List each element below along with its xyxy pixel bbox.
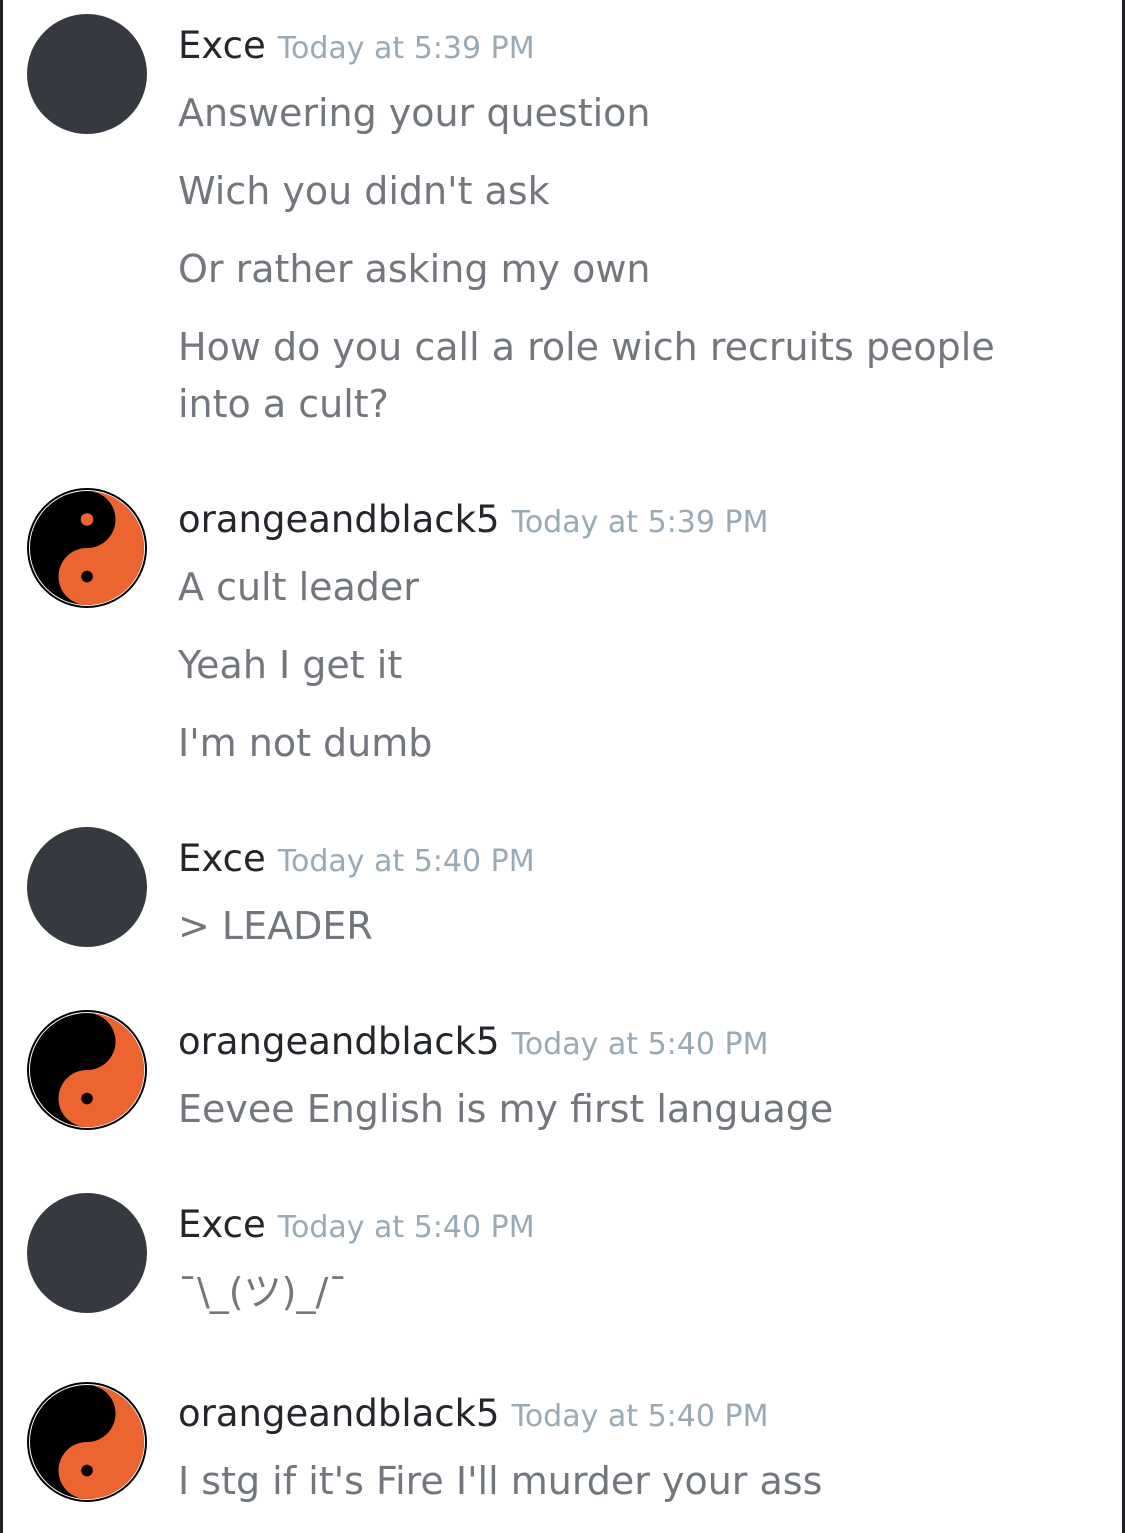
username[interactable]: orangeandblack5 bbox=[178, 1020, 500, 1063]
timestamp: Today at 5:40 PM bbox=[511, 1399, 769, 1434]
message-header: Exce Today at 5:40 PM bbox=[178, 1203, 535, 1254]
timestamp: Today at 5:40 PM bbox=[511, 1027, 769, 1062]
message-text: How do you call a role wich recruits peo… bbox=[178, 325, 995, 426]
username[interactable]: orangeandblack5 bbox=[178, 1392, 500, 1435]
message-text: > LEADER bbox=[178, 904, 373, 948]
message-text: I'm not dumb bbox=[178, 721, 433, 765]
message-text: Or rather asking my own bbox=[178, 247, 651, 291]
user-avatar[interactable] bbox=[27, 827, 147, 947]
timestamp: Today at 5:40 PM bbox=[277, 1210, 535, 1245]
message-header: orangeandblack5 Today at 5:40 PM bbox=[178, 1020, 768, 1071]
message-header: Exce Today at 5:39 PM bbox=[178, 24, 535, 75]
message-text: Eevee English is my first language bbox=[178, 1087, 834, 1131]
timestamp: Today at 5:39 PM bbox=[277, 31, 535, 66]
user-avatar[interactable] bbox=[27, 1193, 147, 1313]
username[interactable]: Exce bbox=[178, 837, 266, 880]
yin-yang-icon bbox=[29, 1012, 145, 1128]
message-text: Wich you didn't ask bbox=[178, 169, 550, 213]
user-avatar[interactable] bbox=[27, 1010, 147, 1130]
timestamp: Today at 5:40 PM bbox=[277, 844, 535, 879]
message-text: ¯\_(ツ)_/¯ bbox=[178, 1270, 348, 1314]
message-header: Exce Today at 5:40 PM bbox=[178, 837, 535, 888]
message-text: I stg if it's Fire I'll murder your ass bbox=[178, 1459, 823, 1503]
message-header: orangeandblack5 Today at 5:40 PM bbox=[178, 1392, 768, 1443]
username[interactable]: Exce bbox=[178, 24, 266, 67]
yin-yang-icon bbox=[29, 490, 145, 606]
username[interactable]: orangeandblack5 bbox=[178, 498, 500, 541]
message-text: A cult leader bbox=[178, 565, 419, 609]
user-avatar[interactable] bbox=[27, 1382, 147, 1502]
yin-yang-icon bbox=[29, 1384, 145, 1500]
message-header: orangeandblack5 Today at 5:39 PM bbox=[178, 498, 768, 549]
window-left-edge bbox=[0, 0, 3, 1533]
message-text: Yeah I get it bbox=[178, 643, 403, 687]
user-avatar[interactable] bbox=[27, 14, 147, 134]
user-avatar[interactable] bbox=[27, 488, 147, 608]
message-text: Answering your question bbox=[178, 91, 651, 135]
timestamp: Today at 5:39 PM bbox=[511, 505, 769, 540]
username[interactable]: Exce bbox=[178, 1203, 266, 1246]
